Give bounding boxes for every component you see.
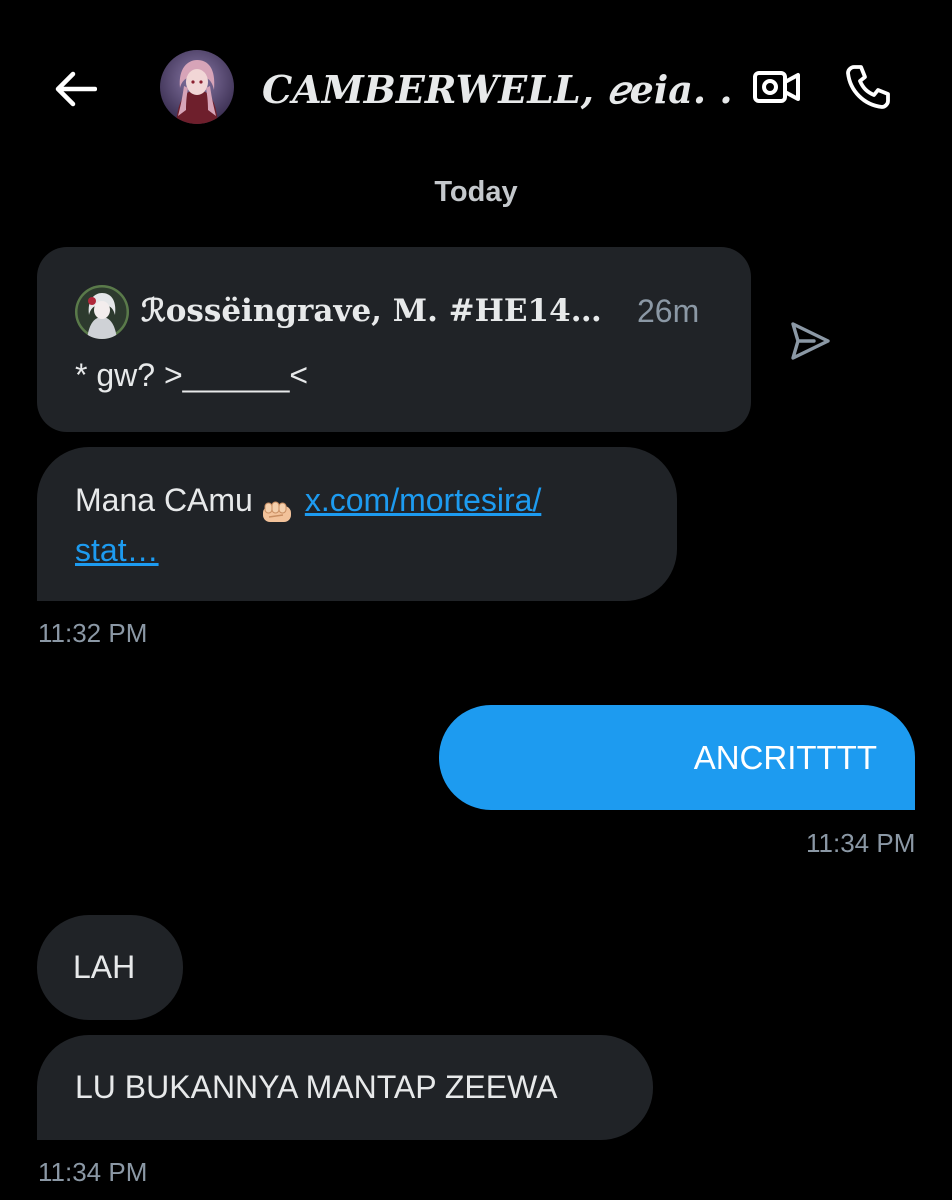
- shared-post-time: 26m: [637, 293, 700, 329]
- video-call-button[interactable]: [748, 62, 806, 112]
- back-button[interactable]: [50, 64, 100, 114]
- message-bubble-incoming[interactable]: LU BUKANNYA MANTAP ZEEWA: [37, 1035, 653, 1140]
- oncoming-fist-icon: [261, 490, 295, 522]
- message-text: LU BUKANNYA MANTAP ZEEWA: [75, 1069, 558, 1105]
- date-separator: Today: [434, 176, 518, 208]
- message-timestamp: 11:32 PM: [38, 618, 148, 648]
- shared-post-author: ℛossëingrave, M. #HE14…: [141, 293, 602, 329]
- shared-post-card[interactable]: ℛossëingrave, M. #HE14… 26m * gw? >_____…: [37, 247, 751, 432]
- shared-post-text: * gw? >______<: [75, 357, 309, 393]
- message-text: Mana CAmu: [75, 482, 253, 518]
- arrow-left-icon: [55, 71, 97, 107]
- conversation-avatar[interactable]: [160, 50, 234, 124]
- message-bubble-incoming[interactable]: LAH: [37, 915, 183, 1020]
- share-post-button[interactable]: [784, 316, 836, 366]
- message-link[interactable]: x.com/mortesira/: [305, 482, 541, 518]
- video-camera-icon: [753, 71, 800, 103]
- phone-icon: [846, 65, 890, 109]
- message-text: ANCRITTTT: [693, 739, 877, 776]
- message-bubble-incoming[interactable]: Mana CAmu x.com/mortesira/stat…: [37, 447, 677, 601]
- message-link-continued[interactable]: stat…: [75, 532, 159, 568]
- chat-header: CAMBERWELL, ℯeia. …: [0, 0, 952, 170]
- send-icon: [791, 322, 830, 360]
- message-timestamp: 11:34 PM: [38, 1157, 148, 1187]
- message-text: LAH: [73, 949, 136, 985]
- message-timestamp: 11:34 PM: [806, 828, 916, 858]
- conversation-title[interactable]: CAMBERWELL, ℯeia. …: [262, 64, 732, 116]
- voice-call-button[interactable]: [840, 60, 896, 114]
- shared-post-avatar: [75, 285, 129, 339]
- message-bubble-outgoing[interactable]: ANCRITTTT: [439, 705, 915, 810]
